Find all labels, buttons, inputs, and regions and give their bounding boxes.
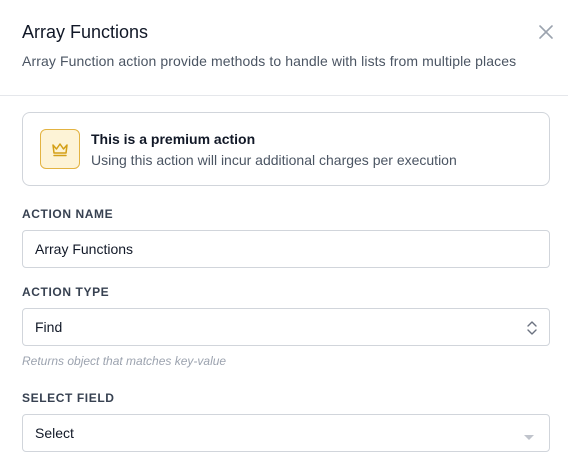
premium-title: This is a premium action (91, 131, 256, 147)
dialog-header: Array Functions Array Function action pr… (0, 0, 568, 96)
action-type-value: Find (35, 319, 63, 335)
action-name-input[interactable] (23, 231, 549, 267)
select-field-value: Select (35, 425, 74, 441)
action-type-select[interactable]: Find (22, 308, 550, 346)
chevron-up-down-icon (525, 319, 539, 337)
action-type-label: ACTION TYPE (22, 285, 110, 299)
close-icon[interactable] (536, 22, 556, 42)
action-name-label: ACTION NAME (22, 207, 114, 221)
premium-description: Using this action will incur additional … (91, 152, 457, 168)
caret-down-icon (523, 429, 535, 440)
premium-notice: This is a premium action Using this acti… (22, 112, 550, 186)
dialog-title: Array Functions (22, 22, 149, 42)
action-name-field[interactable] (22, 230, 550, 268)
action-type-hint: Returns object that matches key-value (22, 354, 227, 368)
crown-icon (40, 129, 80, 169)
select-field-label: SELECT FIELD (22, 391, 115, 405)
select-field-dropdown[interactable]: Select (22, 414, 550, 452)
dialog-subtitle: Array Function action provide methods to… (22, 53, 517, 69)
